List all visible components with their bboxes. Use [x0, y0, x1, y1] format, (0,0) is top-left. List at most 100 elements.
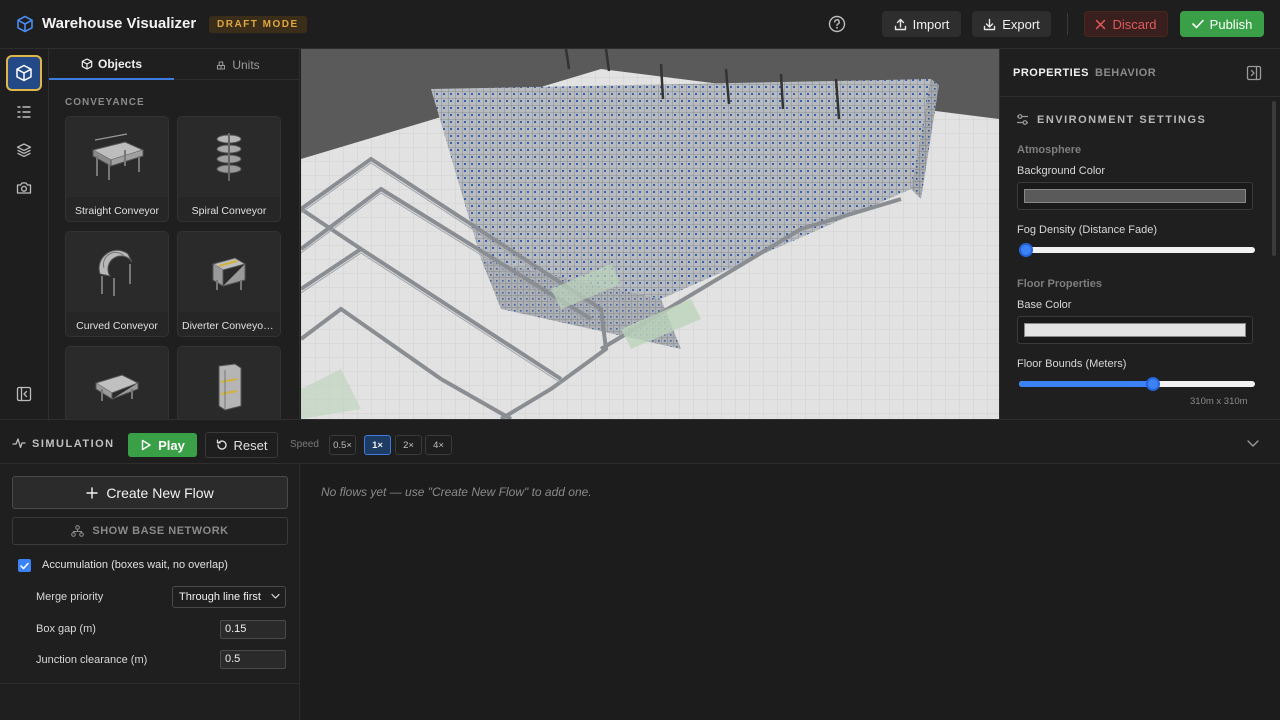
layers-icon — [16, 143, 32, 158]
roller-conveyor-thumbnail — [66, 347, 168, 419]
check-icon — [1191, 19, 1204, 29]
rail-camera-button[interactable] — [6, 170, 42, 206]
object-card-label: Straight Conveyor — [74, 205, 160, 217]
speed-1x-button[interactable]: 1× — [364, 435, 391, 455]
flow-panel-divider — [0, 683, 300, 684]
warehouse-3d-scene — [301, 49, 999, 419]
play-label: Play — [158, 437, 185, 453]
box-gap-label: Box gap (m) — [36, 623, 96, 635]
object-card-label: Diverter Conveyor ... — [182, 320, 276, 332]
speed-label: Speed — [290, 439, 319, 450]
accumulation-checkbox[interactable] — [18, 559, 31, 572]
background-color-swatch — [1024, 189, 1246, 203]
floor-bounds-label: Floor Bounds (Meters) — [1017, 358, 1127, 370]
collapse-right-icon[interactable] — [1246, 65, 1262, 81]
create-new-flow-button[interactable]: Create New Flow — [12, 476, 288, 509]
box-gap-input[interactable]: 0.15 — [220, 620, 286, 639]
upload-icon — [894, 18, 906, 30]
3d-viewport[interactable] — [301, 49, 999, 419]
speed-4x-button[interactable]: 4× — [425, 435, 452, 455]
chevron-down-icon[interactable] — [1246, 438, 1260, 448]
rail-layers-button[interactable] — [6, 132, 42, 168]
play-button[interactable]: Play — [128, 433, 197, 457]
background-color-picker[interactable] — [1017, 182, 1253, 210]
speed-0.5x-button[interactable]: 0.5× — [329, 435, 356, 455]
list-tree-icon — [17, 106, 31, 118]
publish-label: Publish — [1209, 16, 1253, 32]
properties-divider — [1000, 96, 1280, 97]
camera-icon — [16, 182, 32, 194]
junction-clearance-label: Junction clearance (m) — [36, 654, 148, 666]
flows-list-area: No flows yet — use "Create New Flow" to … — [301, 464, 1280, 720]
tab-units[interactable]: Units — [175, 49, 299, 80]
import-label: Import — [912, 16, 950, 32]
download-icon — [984, 18, 996, 30]
floor-bounds-fill — [1019, 381, 1153, 387]
create-new-flow-label: Create New Flow — [106, 484, 214, 501]
object-card-label: Curved Conveyor — [76, 320, 158, 332]
junction-clearance-input[interactable]: 0.5 — [220, 650, 286, 669]
object-card-straight-conveyor[interactable]: Straight Conveyor — [65, 116, 169, 222]
help-icon[interactable] — [828, 15, 846, 33]
object-card-label: Spiral Conveyor — [191, 205, 267, 217]
object-card-diverter-conveyor[interactable]: Diverter Conveyor ... — [177, 231, 281, 337]
toolbar-divider — [1067, 13, 1068, 35]
cube-icon — [16, 64, 32, 82]
environment-settings-title: ENVIRONMENT SETTINGS — [1037, 114, 1207, 126]
speed-2x-button[interactable]: 2× — [395, 435, 422, 455]
check-icon — [20, 562, 29, 569]
object-card-lift-conveyor[interactable] — [177, 346, 281, 419]
import-button[interactable]: Import — [882, 11, 961, 37]
merge-priority-value: Through line first — [179, 591, 261, 603]
diverter-conveyor-thumbnail — [178, 232, 280, 312]
merge-priority-label: Merge priority — [36, 591, 104, 603]
app-title: Warehouse Visualizer — [42, 15, 197, 32]
empty-flows-message: No flows yet — use "Create New Flow" to … — [321, 485, 592, 499]
object-card-curved-conveyor[interactable]: Curved Conveyor — [65, 231, 169, 337]
x-icon — [1096, 19, 1106, 29]
show-base-network-button[interactable]: SHOW BASE NETWORK — [12, 517, 288, 545]
properties-scrollbar[interactable] — [1272, 101, 1276, 256]
fog-density-knob[interactable] — [1019, 243, 1033, 257]
section-label-conveyance: CONVEYANCE — [65, 97, 145, 108]
fog-density-slider[interactable] — [1019, 243, 1255, 257]
rail-objects-button[interactable] — [6, 55, 42, 91]
show-base-network-label: SHOW BASE NETWORK — [92, 525, 229, 537]
floor-bounds-knob[interactable] — [1146, 377, 1160, 391]
activity-icon — [12, 438, 26, 449]
tab-objects-label: Objects — [97, 56, 142, 71]
accumulation-label: Accumulation (boxes wait, no overlap) — [42, 559, 228, 571]
base-color-picker[interactable] — [1017, 316, 1253, 344]
base-color-label: Base Color — [1017, 299, 1072, 311]
spiral-conveyor-thumbnail — [178, 117, 280, 197]
floor-bounds-slider[interactable] — [1019, 377, 1255, 391]
publish-button[interactable]: Publish — [1180, 11, 1264, 37]
reset-button[interactable]: Reset — [205, 432, 278, 458]
collapse-sidebar-button[interactable] — [6, 376, 42, 412]
tab-objects[interactable]: Objects — [49, 49, 174, 80]
flow-settings-panel: Create New Flow SHOW BASE NETWORK Accumu… — [0, 464, 300, 720]
simulation-bar: SIMULATION Play Reset Speed 0.5× 1× 2× 4… — [0, 419, 1280, 464]
tab-behavior[interactable]: BEHAVIOR — [1095, 67, 1156, 79]
reset-label: Reset — [233, 437, 268, 453]
fog-density-label: Fog Density (Distance Fade) — [1017, 224, 1157, 236]
sliders-icon — [1017, 114, 1028, 125]
merge-priority-select[interactable]: Through line first — [172, 586, 286, 608]
object-card-roller-conveyor[interactable] — [65, 346, 169, 419]
plus-icon — [86, 486, 99, 499]
floor-properties-group-label: Floor Properties — [1017, 278, 1102, 290]
top-bar: Warehouse Visualizer DRAFT MODE Import E… — [0, 0, 1280, 49]
simulation-title: SIMULATION — [32, 438, 115, 450]
export-button[interactable]: Export — [972, 11, 1051, 37]
discard-button[interactable]: Discard — [1084, 11, 1168, 37]
chevron-down-icon — [271, 593, 280, 599]
object-card-spiral-conveyor[interactable]: Spiral Conveyor — [177, 116, 281, 222]
collapse-left-icon — [16, 386, 32, 402]
curved-conveyor-thumbnail — [66, 232, 168, 312]
tab-properties[interactable]: PROPERTIES — [1013, 67, 1089, 79]
tab-units-label: Units — [232, 57, 260, 72]
lift-conveyor-thumbnail — [178, 347, 280, 419]
cube-icon — [17, 15, 33, 33]
straight-conveyor-thumbnail — [66, 117, 168, 197]
rail-hierarchy-button[interactable] — [6, 94, 42, 130]
